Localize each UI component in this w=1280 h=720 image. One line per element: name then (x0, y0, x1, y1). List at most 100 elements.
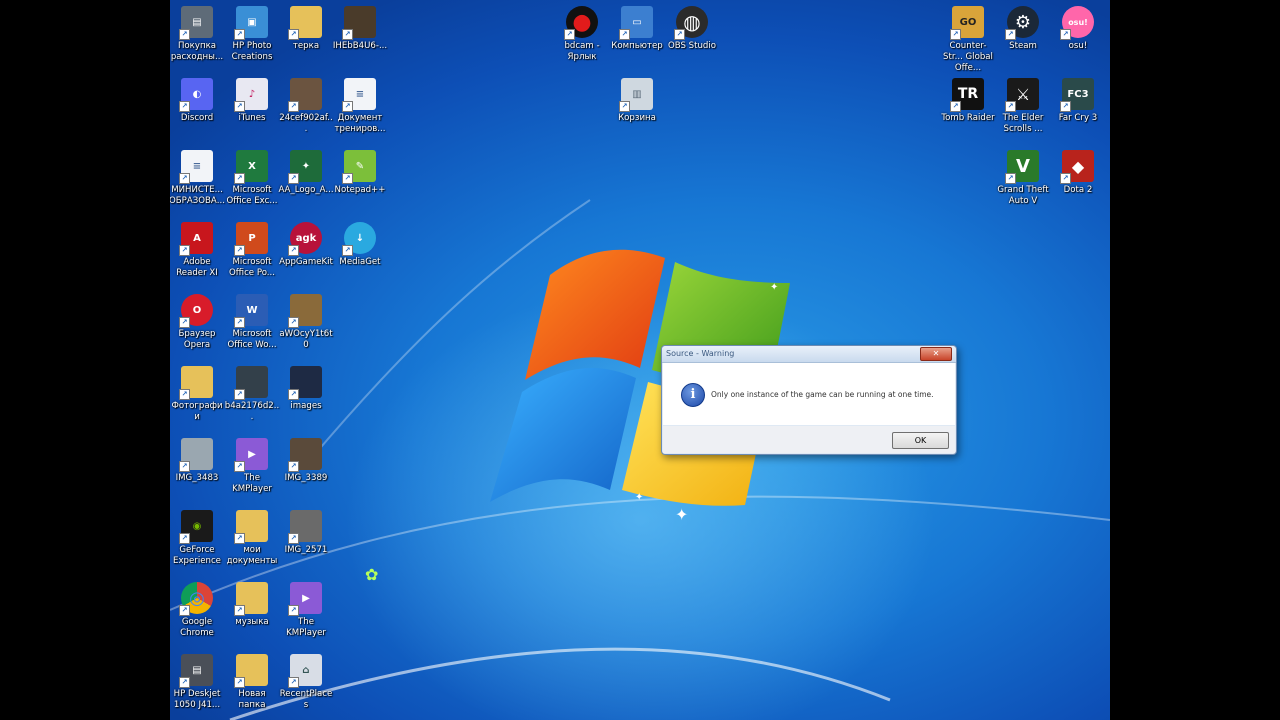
shortcut-arrow-icon: ↗ (179, 461, 190, 472)
desktop-icon-img2571[interactable]: ↗ IMG_2571 (278, 510, 334, 556)
desktop-icon-label: IMG_3483 (175, 473, 219, 483)
desktop-icon-farcry3[interactable]: FC3 ↗ Far Cry 3 (1050, 78, 1106, 124)
dialog-body: i Only one instance of the game can be r… (663, 363, 955, 425)
desktop-icon-csgo[interactable]: GO ↗ Counter-Str... Global Offe... (940, 6, 996, 74)
svg-text:✦: ✦ (675, 505, 688, 524)
desktop-icon-ministry[interactable]: ≡ ↗ МИНИСТЕ... ОБРАЗОВА... (170, 150, 225, 207)
image-icon: ↗ (288, 438, 322, 472)
desktop-icon-label: HP Deskjet 1050 J41... (173, 689, 221, 710)
desktop-icon-recent[interactable]: ⌂ ↗ RecentPlaces (278, 654, 334, 711)
recycle-bin-icon: ▥ ↗ (619, 78, 653, 112)
desktop-icon-notepadpp[interactable]: ✎ ↗ Notepad++ (332, 150, 388, 196)
desktop-icon-mediaget[interactable]: ↓ ↗ MediaGet (332, 222, 388, 268)
elder-scrolls-icon: ⚔ ↗ (1005, 78, 1039, 112)
svg-text:✿: ✿ (365, 565, 378, 584)
desktop-icon-opera[interactable]: O ↗ Браузер Opera (170, 294, 225, 351)
folder-icon: ↗ (234, 582, 268, 616)
desktop-icon-label: The KMPlayer (232, 473, 272, 494)
desktop-icon-img24[interactable]: ↗ 24cef902af... (278, 78, 334, 135)
desktop-icon-kmplayer[interactable]: ▶ ↗ The KMPlayer (224, 438, 280, 495)
desktop-icon-word[interactable]: W ↗ Microsoft Office Wo... (224, 294, 280, 351)
document-icon: ≡ ↗ (179, 150, 213, 184)
itunes-icon: ♪ ↗ (234, 78, 268, 112)
mediaget-icon: ↓ ↗ (342, 222, 376, 256)
folder-icon: ↗ (234, 510, 268, 544)
desktop-icon-dota2[interactable]: ◆ ↗ Dota 2 (1050, 150, 1106, 196)
desktop-icon-mydocs[interactable]: ↗ мои документы (224, 510, 280, 567)
desktop-icon-adobe[interactable]: A ↗ Adobe Reader XI (170, 222, 225, 279)
desktop-icon-label: OBS Studio (667, 41, 717, 51)
desktop-icon-steam[interactable]: ⚙ ↗ Steam (995, 6, 1051, 52)
printer-icon: ▤ ↗ (179, 6, 213, 40)
steam-icon: ⚙ ↗ (1005, 6, 1039, 40)
desktop-icon-obs[interactable]: ◍ ↗ OBS Studio (664, 6, 720, 52)
desktop-icon-label: b4a2176d2... (224, 401, 280, 422)
shortcut-arrow-icon: ↗ (234, 389, 245, 400)
desktop-icon-photos[interactable]: ↗ Фотографии (170, 366, 225, 423)
desktop-icon-label: AppGameKit (279, 257, 333, 267)
ok-button[interactable]: OK (892, 432, 949, 449)
csgo-icon: GO ↗ (950, 6, 984, 40)
desktop-icon-iheb[interactable]: ↗ IHEbB4U6-... (332, 6, 388, 52)
desktop-icon-images[interactable]: ↗ images (278, 366, 334, 412)
desktop-icon-itunes[interactable]: ♪ ↗ iTunes (224, 78, 280, 124)
shortcut-arrow-icon: ↗ (1005, 29, 1016, 40)
desktop-icon-aa-logo[interactable]: ✦ ↗ AA_Logo_A... (278, 150, 334, 196)
desktop-icon-chrome[interactable]: ◎ ↗ Google Chrome (170, 582, 225, 639)
desktop-icon-powerpoint[interactable]: P ↗ Microsoft Office Po... (224, 222, 280, 279)
desktop-icon-label: музыка (235, 617, 269, 627)
discord-icon: ◐ ↗ (179, 78, 213, 112)
desktop-icon-img3389[interactable]: ↗ IMG_3389 (278, 438, 334, 484)
desktop-icon-appgamekit[interactable]: agk ↗ AppGameKit (278, 222, 334, 268)
desktop-icon-doc-train[interactable]: ≡ ↗ Документ трениров... (332, 78, 388, 135)
desktop-icon-terka[interactable]: ↗ терка (278, 6, 334, 52)
shortcut-arrow-icon: ↗ (1060, 101, 1071, 112)
tomb-raider-icon: TR ↗ (950, 78, 984, 112)
desktop-icon-printer[interactable]: ▤ ↗ Покупка расходны... (170, 6, 225, 63)
shortcut-arrow-icon: ↗ (179, 389, 190, 400)
desktop-icon-recycle[interactable]: ▥ ↗ Корзина (609, 78, 665, 124)
shortcut-arrow-icon: ↗ (288, 245, 299, 256)
desktop-icon-label: 24cef902af... (279, 113, 333, 134)
image-icon: ↗ (342, 6, 376, 40)
desktop-icon-discord[interactable]: ◐ ↗ Discord (170, 78, 225, 124)
shortcut-arrow-icon: ↗ (179, 605, 190, 616)
kmplayer-icon: ▶ ↗ (234, 438, 268, 472)
notepad-plus-icon: ✎ ↗ (342, 150, 376, 184)
desktop-icon-kmplayer-2[interactable]: ▶ ↗ The KMPlayer (278, 582, 334, 639)
desktop-icon-label: Microsoft Office Wo... (227, 329, 277, 350)
desktop: ✦ ✦ ✦ ✿ ▤ ↗ Покупка расходны... ▣ ↗ HP Pho… (170, 0, 1110, 720)
desktop-icon-excel[interactable]: X ↗ Microsoft Office Exc... (224, 150, 280, 207)
desktop-icon-skyrim[interactable]: ⚔ ↗ The Elder Scrolls ... (995, 78, 1051, 135)
desktop-icon-gta5[interactable]: V ↗ Grand Theft Auto V (995, 150, 1051, 207)
dialog-footer: OK (663, 426, 955, 453)
desktop-icon-label: RecentPlaces (279, 689, 333, 710)
image-icon: ↗ (234, 366, 268, 400)
shortcut-arrow-icon: ↗ (234, 101, 245, 112)
desktop-icon-awocy[interactable]: ↗ aWOcyY1t6t0 (278, 294, 334, 351)
close-button[interactable]: ✕ (920, 347, 952, 361)
dialog-title: Source - Warning (662, 346, 956, 363)
desktop-icon-label: Microsoft Office Exc... (226, 185, 278, 206)
document-icon: ≡ ↗ (342, 78, 376, 112)
desktop-icon-label: Far Cry 3 (1058, 113, 1098, 123)
desktop-icon-osu[interactable]: osu! ↗ osu! (1050, 6, 1106, 52)
shortcut-arrow-icon: ↗ (288, 677, 299, 688)
appgamekit-icon: agk ↗ (288, 222, 322, 256)
desktop-icon-label: Adobe Reader XI (176, 257, 218, 278)
desktop-icon-img3483[interactable]: ↗ IMG_3483 (170, 438, 225, 484)
desktop-icon-hp-photo[interactable]: ▣ ↗ HP Photo Creations (224, 6, 280, 63)
desktop-icon-bdcam[interactable]: ● ↗ bdcam - Ярлык (554, 6, 610, 63)
shortcut-arrow-icon: ↗ (179, 29, 190, 40)
desktop-icon-music[interactable]: ↗ музыка (224, 582, 280, 628)
folder-icon: ↗ (179, 366, 213, 400)
desktop-icon-label: The KMPlayer (286, 617, 326, 638)
desktop-icon-hp-deskjet[interactable]: ▤ ↗ HP Deskjet 1050 J41... (170, 654, 225, 711)
desktop-icon-label: терка (292, 41, 320, 51)
desktop-icon-label: Dota 2 (1063, 185, 1093, 195)
desktop-icon-tombraider[interactable]: TR ↗ Tomb Raider (940, 78, 996, 124)
desktop-icon-computer[interactable]: ▭ ↗ Компьютер (609, 6, 665, 52)
desktop-icon-geforce[interactable]: ◉ ↗ GeForce Experience (170, 510, 225, 567)
desktop-icon-newfolder[interactable]: ↗ Новая папка (224, 654, 280, 711)
desktop-icon-b4a[interactable]: ↗ b4a2176d2... (224, 366, 280, 423)
